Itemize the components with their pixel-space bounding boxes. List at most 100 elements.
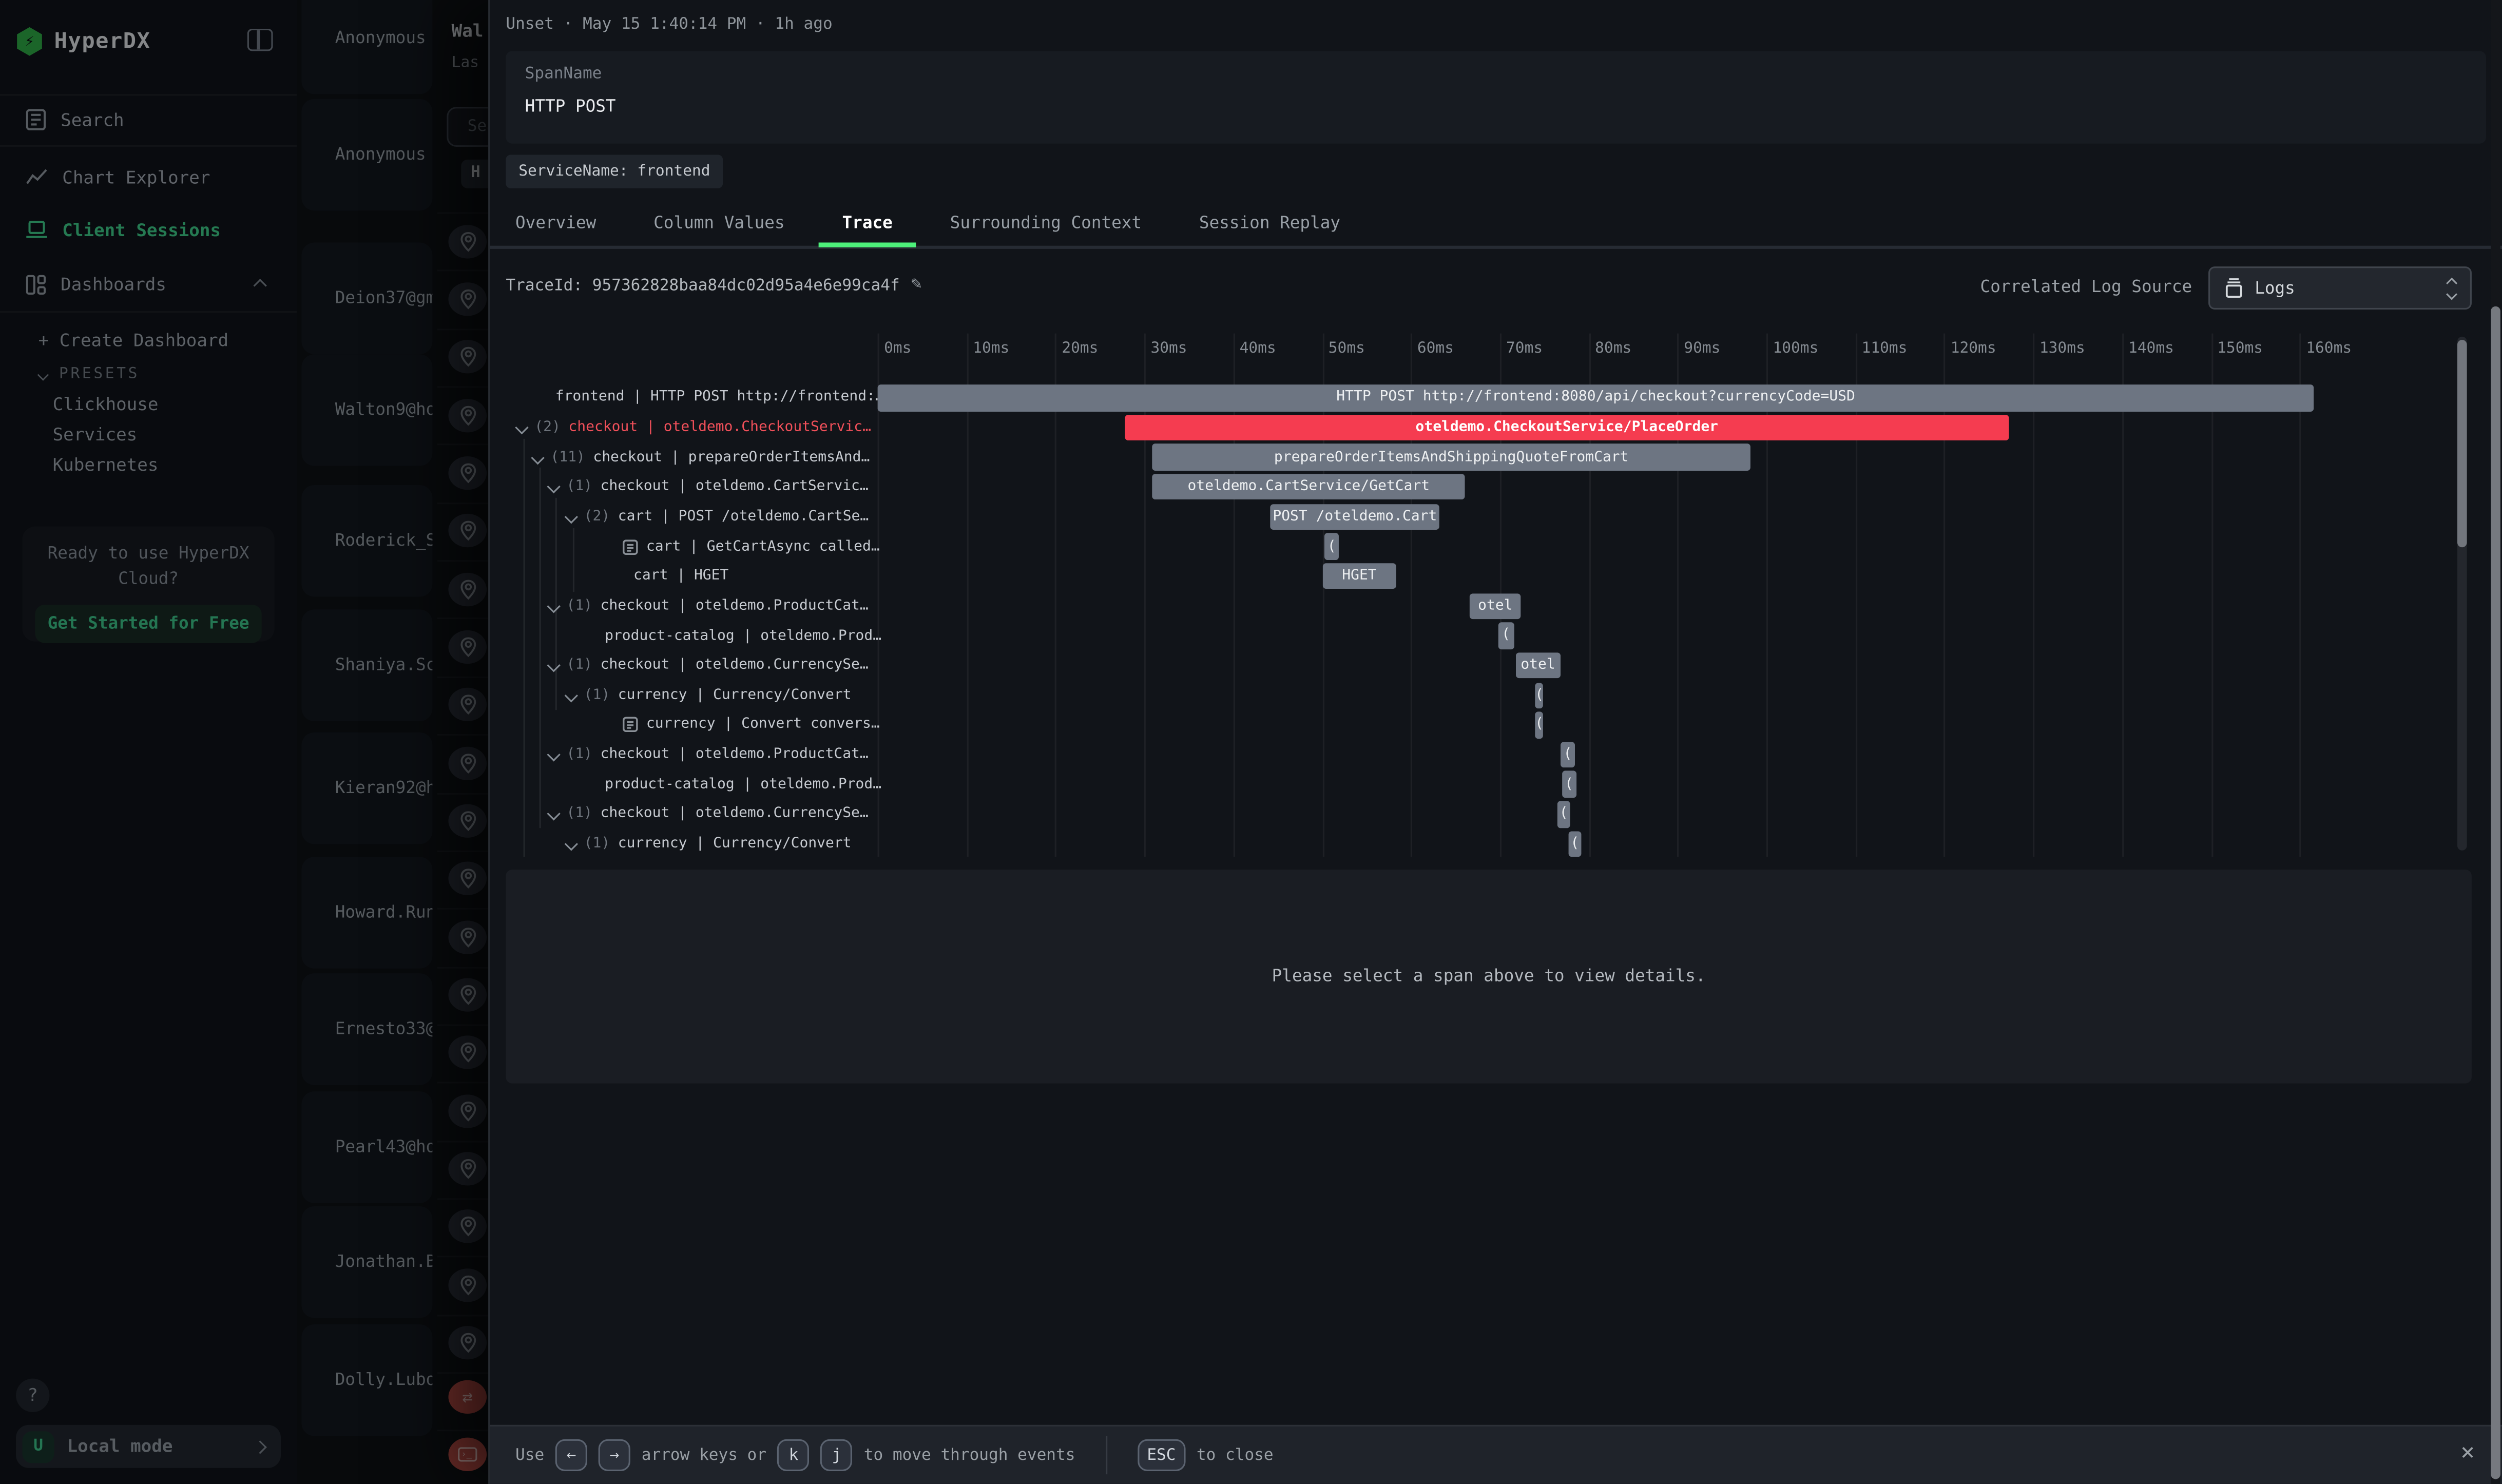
- span-child-count: (2): [584, 509, 610, 525]
- tab-column-values[interactable]: Column Values: [653, 214, 784, 233]
- chevron-down-icon[interactable]: [565, 510, 578, 524]
- trace-waterfall: 0ms10ms20ms30ms40ms50ms60ms70ms80ms90ms1…: [490, 327, 2502, 857]
- span-bar[interactable]: otel: [1470, 593, 1521, 619]
- span-child-count: (1): [566, 658, 592, 673]
- chevron-down-icon[interactable]: [565, 837, 578, 851]
- tab-session-replay[interactable]: Session Replay: [1199, 214, 1340, 233]
- time-tick-label: 80ms: [1595, 340, 1631, 357]
- chevron-down-icon[interactable]: [547, 600, 560, 613]
- span-bar-label: (: [1502, 628, 1510, 644]
- span-tree-row[interactable]: cart | HGET: [506, 562, 889, 591]
- span-tree-label: product-catalog | oteldemo.Prod…: [605, 777, 881, 793]
- close-icon[interactable]: ×: [2460, 1438, 2475, 1467]
- chevron-down-icon[interactable]: [565, 689, 578, 702]
- time-tick-label: 40ms: [1240, 340, 1276, 357]
- tabs-divider: [490, 246, 2502, 249]
- esc-key[interactable]: ESC: [1138, 1439, 1185, 1471]
- span-bar[interactable]: oteldemo.CheckoutService/PlaceOrder: [1125, 414, 2009, 440]
- span-tree-row[interactable]: (2) cart | POST /oteldemo.CartSe…: [506, 502, 889, 532]
- span-bar[interactable]: (: [1324, 533, 1339, 560]
- span-tree-row[interactable]: (1) checkout | oteldemo.ProductCat…: [506, 740, 889, 770]
- span-tree-row[interactable]: product-catalog | oteldemo.Prod…: [506, 770, 889, 800]
- chevron-down-icon[interactable]: [547, 659, 560, 672]
- span-bar-label: HTTP POST http://frontend:8080/api/check…: [1336, 390, 1855, 406]
- tab-overview[interactable]: Overview: [515, 214, 596, 233]
- span-bar[interactable]: otel: [1516, 652, 1561, 679]
- span-tree-row[interactable]: currency | Convert convers…: [506, 710, 889, 740]
- chevron-down-icon[interactable]: [547, 807, 560, 821]
- drawer-backdrop[interactable]: [0, 0, 488, 1484]
- waterfall-scrollbar[interactable]: [2457, 337, 2467, 851]
- log-doc-icon: [622, 717, 638, 733]
- span-bar[interactable]: HTTP POST http://frontend:8080/api/check…: [878, 384, 2314, 411]
- span-bar[interactable]: (: [1562, 772, 1576, 798]
- time-tick-label: 0ms: [884, 340, 911, 357]
- span-tree-row[interactable]: (11) checkout | prepareOrderItemsAnd…: [506, 442, 889, 472]
- grid-line: [2211, 334, 2212, 857]
- span-bar[interactable]: HGET: [1323, 563, 1396, 589]
- span-bar[interactable]: (: [1535, 712, 1544, 738]
- span-detail-placeholder: Please select a span above to view detai…: [506, 870, 2472, 1084]
- chevron-down-icon[interactable]: [515, 421, 528, 434]
- span-child-count: (1): [566, 747, 592, 763]
- correlated-log-source-label: Correlated Log Source: [1980, 278, 2192, 297]
- arrow-right-key[interactable]: →: [599, 1439, 630, 1471]
- time-tick-label: 50ms: [1329, 340, 1365, 357]
- span-bar[interactable]: oteldemo.CartService/GetCart: [1152, 474, 1465, 500]
- edit-pencil-icon[interactable]: ✎: [911, 273, 922, 294]
- waterfall-scrollbar-thumb[interactable]: [2457, 340, 2467, 547]
- span-child-count: (2): [534, 419, 561, 435]
- span-bar[interactable]: (: [1560, 742, 1575, 768]
- hint-close: to close: [1197, 1447, 1274, 1464]
- span-tree-label: cart | POST /oteldemo.CartSe…: [618, 509, 869, 525]
- span-child-count: (11): [550, 449, 585, 465]
- log-source-select[interactable]: Logs: [2208, 266, 2472, 310]
- chevron-down-icon[interactable]: [547, 748, 560, 761]
- span-bar[interactable]: (: [1498, 623, 1514, 649]
- span-bar-label: POST /oteldemo.Cart: [1273, 509, 1437, 525]
- grid-line: [1144, 334, 1146, 857]
- k-key[interactable]: k: [778, 1439, 810, 1471]
- grid-line: [1233, 334, 1235, 857]
- tab-surrounding-context[interactable]: Surrounding Context: [950, 214, 1142, 233]
- span-bar[interactable]: (: [1557, 801, 1570, 827]
- span-bar[interactable]: POST /oteldemo.Cart: [1271, 504, 1439, 530]
- page-scrollbar-thumb[interactable]: [2491, 306, 2500, 1479]
- time-tick-label: 140ms: [2128, 340, 2174, 357]
- chevron-down-icon[interactable]: [547, 480, 560, 494]
- span-tree-label: checkout | prepareOrderItemsAnd…: [593, 449, 870, 465]
- span-bar-label: (: [1564, 747, 1572, 763]
- span-tree-row[interactable]: cart | GetCartAsync called…: [506, 532, 889, 562]
- span-tree-row[interactable]: (1) currency | Currency/Convert: [506, 681, 889, 710]
- j-key[interactable]: j: [821, 1439, 853, 1471]
- span-bar[interactable]: prepareOrderItemsAndShippingQuoteFromCar…: [1152, 444, 1750, 470]
- span-tree-row[interactable]: (1) checkout | oteldemo.CurrencySe…: [506, 800, 889, 830]
- span-tree-label: frontend | HTTP POST http://frontend:…: [555, 390, 884, 406]
- span-tree-row[interactable]: product-catalog | oteldemo.Prod…: [506, 621, 889, 651]
- span-tree-row[interactable]: (1) checkout | oteldemo.CartServic…: [506, 472, 889, 502]
- span-bar[interactable]: (: [1535, 682, 1544, 708]
- trace-id: TraceId: 957362828baa84dc02d95a4e6e99ca4…: [506, 278, 899, 295]
- span-tree-row[interactable]: (1) checkout | oteldemo.ProductCat…: [506, 591, 889, 621]
- time-tick-label: 120ms: [1951, 340, 1996, 357]
- span-bar-label: (: [1327, 538, 1336, 554]
- service-name-chip[interactable]: ServiceName: frontend: [506, 155, 723, 188]
- span-name-value: HTTP POST: [525, 98, 2467, 117]
- span-name-card: SpanName HTTP POST: [506, 51, 2486, 143]
- span-tree-row[interactable]: frontend | HTTP POST http://frontend:…: [506, 383, 889, 413]
- tab-trace[interactable]: Trace: [842, 214, 893, 233]
- span-tree-label: checkout | oteldemo.CheckoutServic…: [568, 419, 871, 435]
- span-bar-label: (: [1560, 806, 1568, 822]
- span-tree-label: currency | Currency/Convert: [618, 836, 852, 852]
- event-meta: Unset · May 15 1:40:14 PM · 1h ago: [506, 16, 832, 33]
- span-bar-label: (: [1535, 687, 1544, 703]
- page-scrollbar[interactable]: [2491, 0, 2500, 1484]
- span-tree-row[interactable]: (2) checkout | oteldemo.CheckoutServic…: [506, 413, 889, 442]
- span-tree-row[interactable]: (1) checkout | oteldemo.CurrencySe…: [506, 651, 889, 681]
- app-root: ⚡ HyperDX Search Chart Explorer Client S…: [0, 0, 2502, 1484]
- span-bar[interactable]: (: [1568, 831, 1582, 857]
- arrow-left-key[interactable]: ←: [555, 1439, 587, 1471]
- span-tree-row[interactable]: (1) currency | Currency/Convert: [506, 830, 889, 857]
- chevron-down-icon[interactable]: [531, 451, 544, 464]
- span-tree-label: cart | HGET: [633, 568, 728, 584]
